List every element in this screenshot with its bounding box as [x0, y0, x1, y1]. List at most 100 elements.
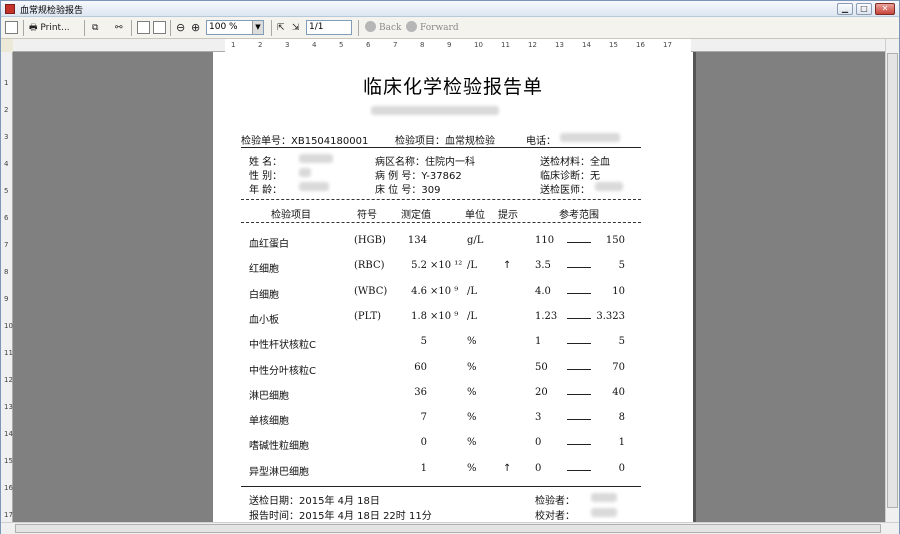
sample-number-label: 检验单号：	[241, 136, 291, 147]
toolbar-separator	[358, 20, 359, 36]
checker-label: 校对者：	[535, 511, 575, 522]
forward-button[interactable]: Forward	[406, 20, 459, 36]
minimize-button[interactable]: ▁	[837, 3, 853, 15]
row-range-high: 5	[618, 260, 625, 271]
test-item-label: 检验项目：	[395, 136, 445, 147]
row-flag: ↑	[503, 463, 512, 474]
zoom-out-icon[interactable]: ⊖	[176, 20, 185, 36]
range-dash	[567, 419, 591, 420]
ruler-tick: 7	[4, 241, 9, 249]
row-value: 7	[420, 412, 427, 423]
row-item: 白细胞	[249, 290, 279, 301]
row-value: 134	[407, 235, 427, 246]
toolbar-separator	[170, 20, 171, 36]
test-item: 检验项目：血常规检验	[395, 132, 495, 147]
sample-number: 检验单号：XB1504180001	[241, 132, 368, 147]
patient-name-label: 姓 名：	[249, 157, 283, 168]
report-time: 报告时间：2015年 4月 18日 22时 11分	[249, 511, 432, 522]
prev-page-icon[interactable]: ⇲	[292, 20, 300, 36]
row-unit: /L	[467, 286, 478, 297]
row-item: 中性杆状核粒C	[249, 340, 316, 351]
row-code: (PLT)	[354, 311, 382, 322]
row-unit: %	[467, 387, 477, 398]
printer-icon: 🖶	[29, 23, 38, 33]
row-range-low: 4.0	[535, 286, 551, 297]
first-page-icon[interactable]: ⇱	[277, 20, 285, 36]
back-button[interactable]: Back	[365, 20, 401, 36]
range-dash	[567, 242, 591, 243]
row-unit: %	[467, 463, 477, 474]
ruler-tick: 9	[447, 41, 452, 49]
header-item: 检验项目	[271, 210, 311, 221]
single-page-icon[interactable]	[137, 21, 150, 34]
ruler-tick: 10	[474, 41, 483, 49]
row-item: 红细胞	[249, 264, 279, 275]
row-item: 中性分叶核粒C	[249, 366, 316, 377]
redacted-patient-sex	[299, 168, 311, 177]
row-multiplier: ×10 ⁹	[430, 311, 459, 322]
print-button[interactable]: 🖶 Print...	[29, 20, 70, 36]
horizontal-scrollbar[interactable]	[1, 522, 899, 534]
ruler-tick: 13	[4, 403, 13, 411]
row-range-low: 3	[535, 412, 542, 423]
row-unit: g/L	[467, 235, 484, 246]
find-icon[interactable]: ⚯	[115, 20, 123, 36]
copy-icon[interactable]: ⧉	[92, 20, 98, 36]
ruler-tick: 6	[366, 41, 371, 49]
toolbar-separator	[131, 20, 132, 36]
ruler-tick: 5	[4, 187, 9, 195]
row-range-low: 20	[535, 387, 548, 398]
sidebar-toggle-icon[interactable]	[5, 21, 18, 34]
row-range-low: 0	[535, 437, 542, 448]
row-range-high: 70	[612, 362, 625, 373]
row-range-low: 1	[535, 336, 542, 347]
chevron-down-icon[interactable]: ▼	[252, 21, 263, 34]
row-code: (WBC)	[354, 286, 388, 297]
ruler-tick: 4	[312, 41, 317, 49]
row-range-high: 150	[605, 235, 625, 246]
zoom-value: 100 %	[209, 22, 238, 32]
maximize-button[interactable]: □	[856, 3, 872, 15]
row-range-high: 0	[618, 463, 625, 474]
horizontal-scroll-thumb[interactable]	[15, 524, 881, 533]
header-value: 测定值	[401, 210, 431, 221]
row-unit: /L	[467, 311, 478, 322]
ruler-tick: 14	[582, 41, 591, 49]
row-item: 嗜碱性粒细胞	[249, 441, 309, 452]
forward-label: Forward	[420, 23, 459, 33]
ruler-tick: 11	[501, 41, 510, 49]
bed-number-value: 309	[421, 185, 441, 196]
back-label: Back	[379, 23, 402, 33]
row-value: 60	[414, 362, 427, 373]
range-dash	[567, 343, 591, 344]
doctor-label: 送检医师：	[540, 185, 590, 196]
ruler-tick: 4	[4, 160, 9, 168]
row-range-low: 50	[535, 362, 548, 373]
page-number-input[interactable]: 1/1	[306, 20, 352, 35]
toolbar-separator	[23, 20, 24, 36]
ruler-tick: 8	[420, 41, 425, 49]
multi-page-icon[interactable]	[153, 21, 166, 34]
ruler-tick: 3	[4, 133, 9, 141]
patient-age-label: 年 龄：	[249, 185, 283, 196]
ruler-tick: 15	[609, 41, 618, 49]
ruler-tick: 12	[528, 41, 537, 49]
report-viewer-window: 血常规检验报告 ▁ □ ✕ 🖶 Print... ⧉ ⚯ ⊖ ⊕ 100 % ▼…	[0, 0, 900, 534]
zoom-select[interactable]: 100 % ▼	[206, 20, 264, 35]
close-button[interactable]: ✕	[875, 3, 895, 15]
redacted-checker	[591, 508, 617, 517]
row-range-low: 110	[535, 235, 555, 246]
row-range-low: 1.23	[535, 311, 558, 322]
vertical-scroll-thumb[interactable]	[887, 53, 898, 508]
ruler-tick: 17	[4, 511, 13, 519]
page-number-value: 1/1	[309, 22, 324, 32]
vertical-scrollbar[interactable]	[885, 39, 899, 522]
toolbar-separator	[84, 20, 85, 36]
divider	[241, 222, 641, 223]
title-bar: 血常规检验报告 ▁ □ ✕	[1, 1, 899, 17]
ruler-tick: 15	[4, 457, 13, 465]
report-title: 临床化学检验报告单	[362, 76, 543, 98]
divider	[241, 486, 641, 487]
zoom-in-icon[interactable]: ⊕	[191, 20, 200, 36]
vertical-ruler: 1 2 3 4 5 6 7 8 9 10 11 12 13 14 15 16 1…	[1, 52, 13, 522]
